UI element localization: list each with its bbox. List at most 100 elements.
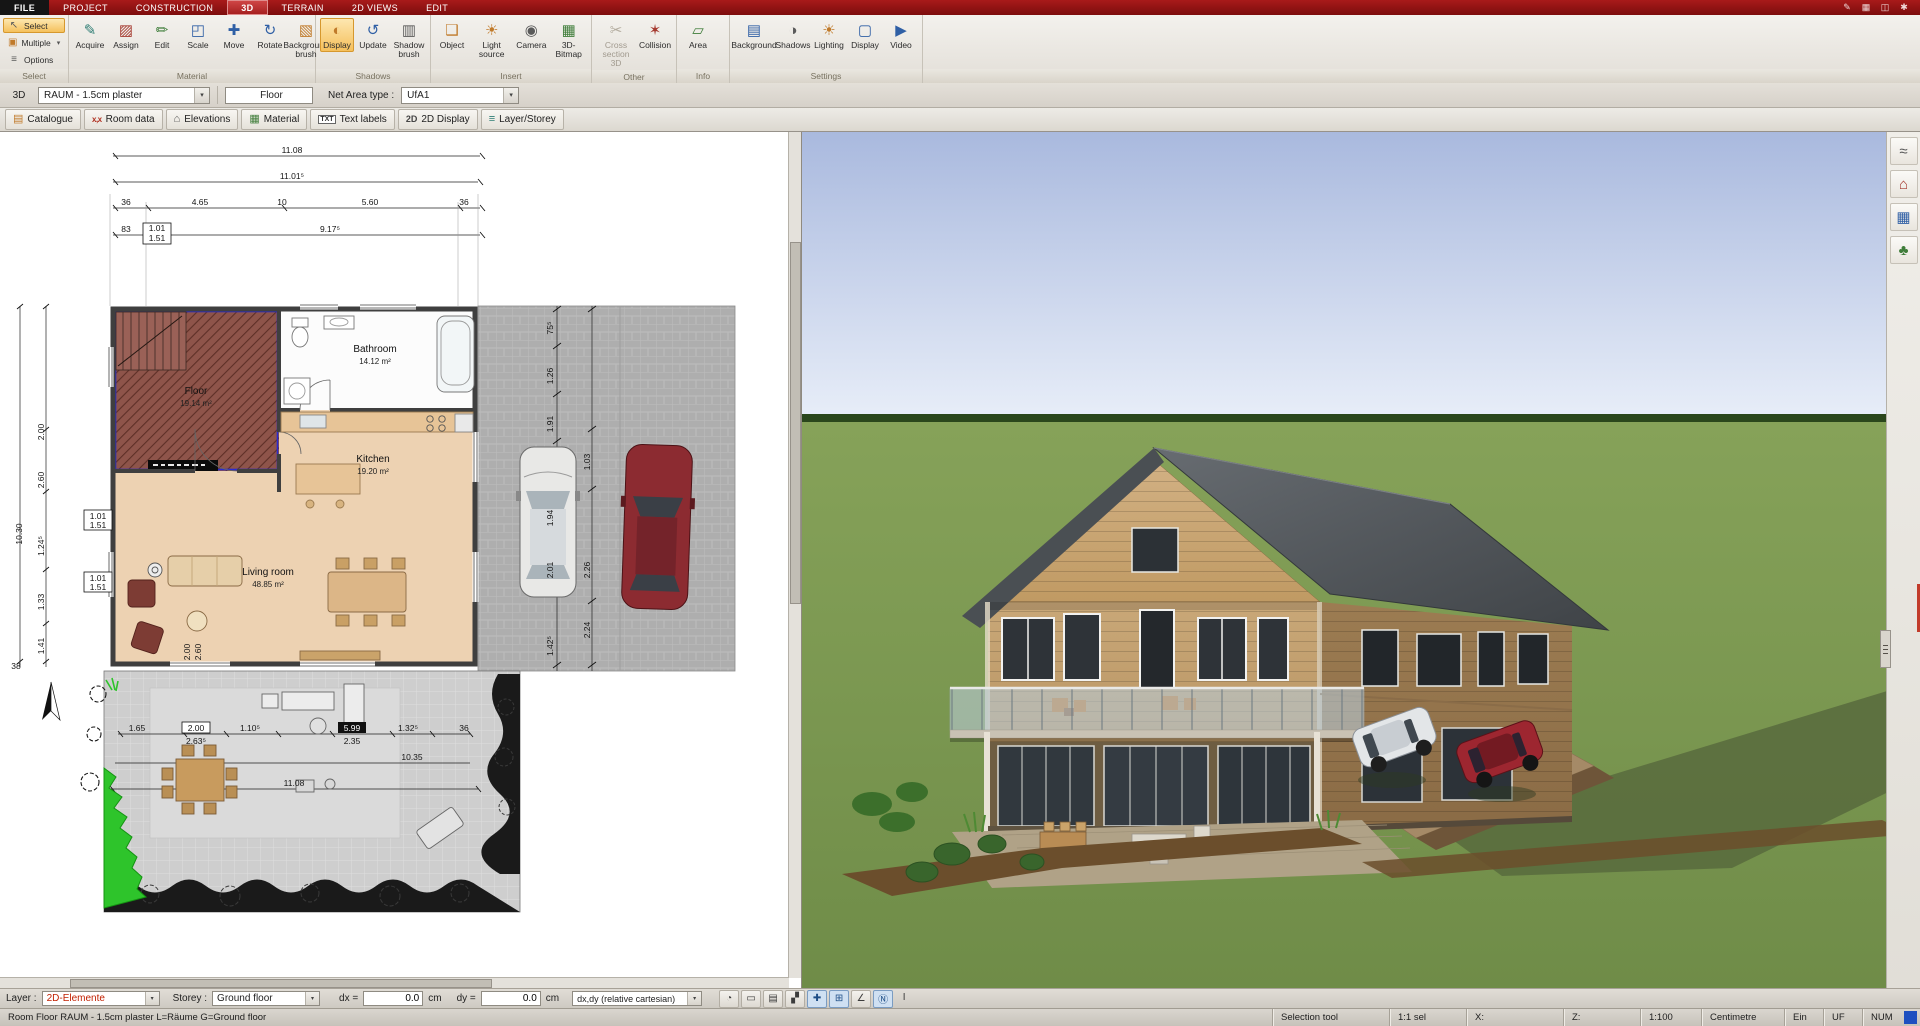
net-area-type-select[interactable]: UfA1 ▾ [401, 87, 519, 104]
dx-input[interactable] [363, 991, 423, 1006]
home-view-button[interactable]: ⌂ [1890, 170, 1918, 198]
room-name-field[interactable]: Floor [225, 87, 313, 104]
chevron-down-icon: ▾ [305, 992, 319, 1005]
move-button[interactable]: ✚ Move [217, 18, 251, 52]
catalogue-button[interactable]: ▤ Catalogue [5, 109, 81, 130]
room-data-button[interactable]: x,x Room data [84, 109, 163, 130]
active-tool-cell: Selection tool [1272, 1009, 1389, 1026]
select-button[interactable]: ↖ Select [3, 18, 65, 33]
menu-tab-terrain[interactable]: TERRAIN [268, 0, 338, 15]
scrollbar-thumb[interactable] [790, 242, 801, 604]
plan-horizontal-scrollbar[interactable] [0, 977, 789, 988]
vegetation-button[interactable]: ♣ [1890, 236, 1918, 264]
background-settings-button[interactable]: ▤ Background [734, 18, 774, 52]
storey-select[interactable]: Ground floor ▾ [212, 991, 320, 1006]
shadows-settings-icon: ◑ [788, 20, 797, 41]
chevron-down-icon: ▾ [687, 992, 701, 1005]
north-arrow-icon[interactable]: Ⓝ [873, 990, 893, 1008]
2d-display-button[interactable]: 2D 2D Display [398, 109, 478, 130]
layer-select[interactable]: 2D-Elemente ▾ [42, 991, 160, 1006]
bitmap-3d-button[interactable]: ▦ 3D-Bitmap [550, 18, 587, 61]
menu-tab-construction[interactable]: CONSTRUCTION [122, 0, 227, 15]
elevations-button[interactable]: ⌂ Elevations [166, 109, 239, 130]
plan-view-2d[interactable]: 11.08 11.01⁵ 36 4.65 10 5.60 36 83 1.01 … [0, 132, 802, 988]
sky-settings-button[interactable]: ≈ [1890, 137, 1918, 165]
scale-button[interactable]: ◰ Scale [181, 18, 215, 52]
background-settings-icon: ▤ [747, 20, 761, 41]
video-button[interactable]: ▶ Video [884, 18, 918, 52]
materials-palette-button[interactable]: ▦ [1890, 203, 1918, 231]
coordinate-mode-select[interactable]: dx,dy (relative cartesian) ▾ [572, 991, 702, 1006]
background-image-icon[interactable]: ▤ [763, 990, 783, 1008]
dy-unit: cm [546, 993, 559, 1004]
light-source-button[interactable]: ☀ Light source [471, 18, 512, 61]
svg-text:2.35: 2.35 [344, 736, 361, 746]
display-settings-button[interactable]: ▢ Display [848, 18, 882, 52]
area-button[interactable]: ▱ Area [681, 18, 715, 52]
menu-tab-3d[interactable]: 3D [227, 0, 267, 15]
multiple-button[interactable]: ▣ Multiple ▾ [3, 35, 65, 50]
svg-text:Floor: Floor [185, 386, 208, 397]
uf-toggle-cell[interactable]: UF [1823, 1009, 1862, 1026]
right-tool-strip: ≈ ⌂ ▦ ♣ [1886, 132, 1920, 988]
ein-toggle-cell[interactable]: Ein [1784, 1009, 1823, 1026]
svg-text:83: 83 [121, 224, 131, 234]
menu-tab-file[interactable]: FILE [0, 0, 49, 15]
unit-cell[interactable]: Centimetre [1701, 1009, 1784, 1026]
menu-tab-project[interactable]: PROJECT [49, 0, 122, 15]
shadow-brush-button[interactable]: ▥ Shadow brush [392, 18, 426, 61]
effects-icon[interactable]: ✱ [1898, 2, 1910, 14]
shadows-settings-button[interactable]: ◑ Shadows [776, 18, 810, 52]
tool-tab-bar: ▤ Catalogue x,x Room data ⌂ Elevations ▦… [0, 108, 1920, 132]
group-label-material: Material [69, 69, 315, 83]
dy-input[interactable] [481, 991, 541, 1006]
panel-splitter-handle[interactable] [1880, 630, 1891, 668]
car-red-plan[interactable] [617, 444, 697, 610]
svg-text:2.60: 2.60 [193, 643, 203, 660]
assign-button[interactable]: ▨ Assign [109, 18, 143, 52]
chevron-down-icon: ▾ [503, 88, 518, 103]
update-shadows-button[interactable]: ↺ Update [356, 18, 390, 52]
north-arrow [42, 682, 60, 720]
scrollbar-thumb[interactable] [70, 979, 492, 988]
insert-object-button[interactable]: ❑ Object [435, 18, 469, 52]
plan-vertical-scrollbar[interactable] [788, 132, 801, 978]
grid-snap-icon[interactable]: ⊞ [829, 990, 849, 1008]
clock-icon[interactable]: ◔ [719, 990, 739, 1008]
camera-button[interactable]: ◉ Camera [514, 18, 548, 52]
collision-icon: ✶ [649, 20, 662, 41]
2d-display-icon: 2D [406, 115, 418, 124]
update-shadows-icon: ↺ [367, 20, 380, 41]
svg-text:19.14 m²: 19.14 m² [180, 399, 212, 408]
view-3d[interactable] [802, 132, 1886, 988]
lighting-settings-button[interactable]: ☀ Lighting [812, 18, 846, 52]
crosshair-toggle-icon[interactable]: ✚ [807, 990, 827, 1008]
scale-cell[interactable]: 1:100 [1640, 1009, 1701, 1026]
edit-material-button[interactable]: ✏ Edit [145, 18, 179, 52]
display-mode-icon[interactable]: ▭ [741, 990, 761, 1008]
hatch-toggle-icon[interactable]: ▞ [785, 990, 805, 1008]
svg-text:Bathroom: Bathroom [353, 344, 396, 355]
gable-window [1132, 528, 1178, 572]
texture-icon[interactable]: ▦ [1860, 2, 1872, 14]
area-icon: ▱ [692, 20, 704, 41]
acquire-button[interactable]: ✎ Acquire [73, 18, 107, 52]
layer-storey-button[interactable]: ≡ Layer/Storey [481, 109, 564, 130]
layout-icon[interactable]: ◫ [1879, 2, 1891, 14]
display-shadows-button[interactable]: ◐ Display [320, 18, 354, 52]
svg-text:10.30: 10.30 [14, 523, 24, 545]
room-style-select[interactable]: RAUM - 1.5cm plaster ▾ [38, 87, 210, 104]
material-tab-button[interactable]: ▦ Material [241, 109, 307, 130]
svg-text:5.60: 5.60 [362, 197, 379, 207]
angle-snap-icon[interactable]: ∠ [851, 990, 871, 1008]
property-bar: 3D RAUM - 1.5cm plaster ▾ Floor Net Area… [0, 83, 1920, 108]
display-shadows-icon: ◐ [332, 20, 341, 41]
text-labels-button[interactable]: TXT Text labels [310, 109, 394, 130]
menu-tab-edit[interactable]: EDIT [412, 0, 462, 15]
options-button[interactable]: ≡ Options [3, 52, 65, 67]
pencil-icon[interactable]: ✎ [1841, 2, 1853, 14]
rotate-button[interactable]: ↻ Rotate [253, 18, 287, 52]
menu-tab-2d-views[interactable]: 2D VIEWS [338, 0, 412, 15]
collision-button[interactable]: ✶ Collision [638, 18, 672, 52]
svg-text:36: 36 [459, 723, 469, 733]
